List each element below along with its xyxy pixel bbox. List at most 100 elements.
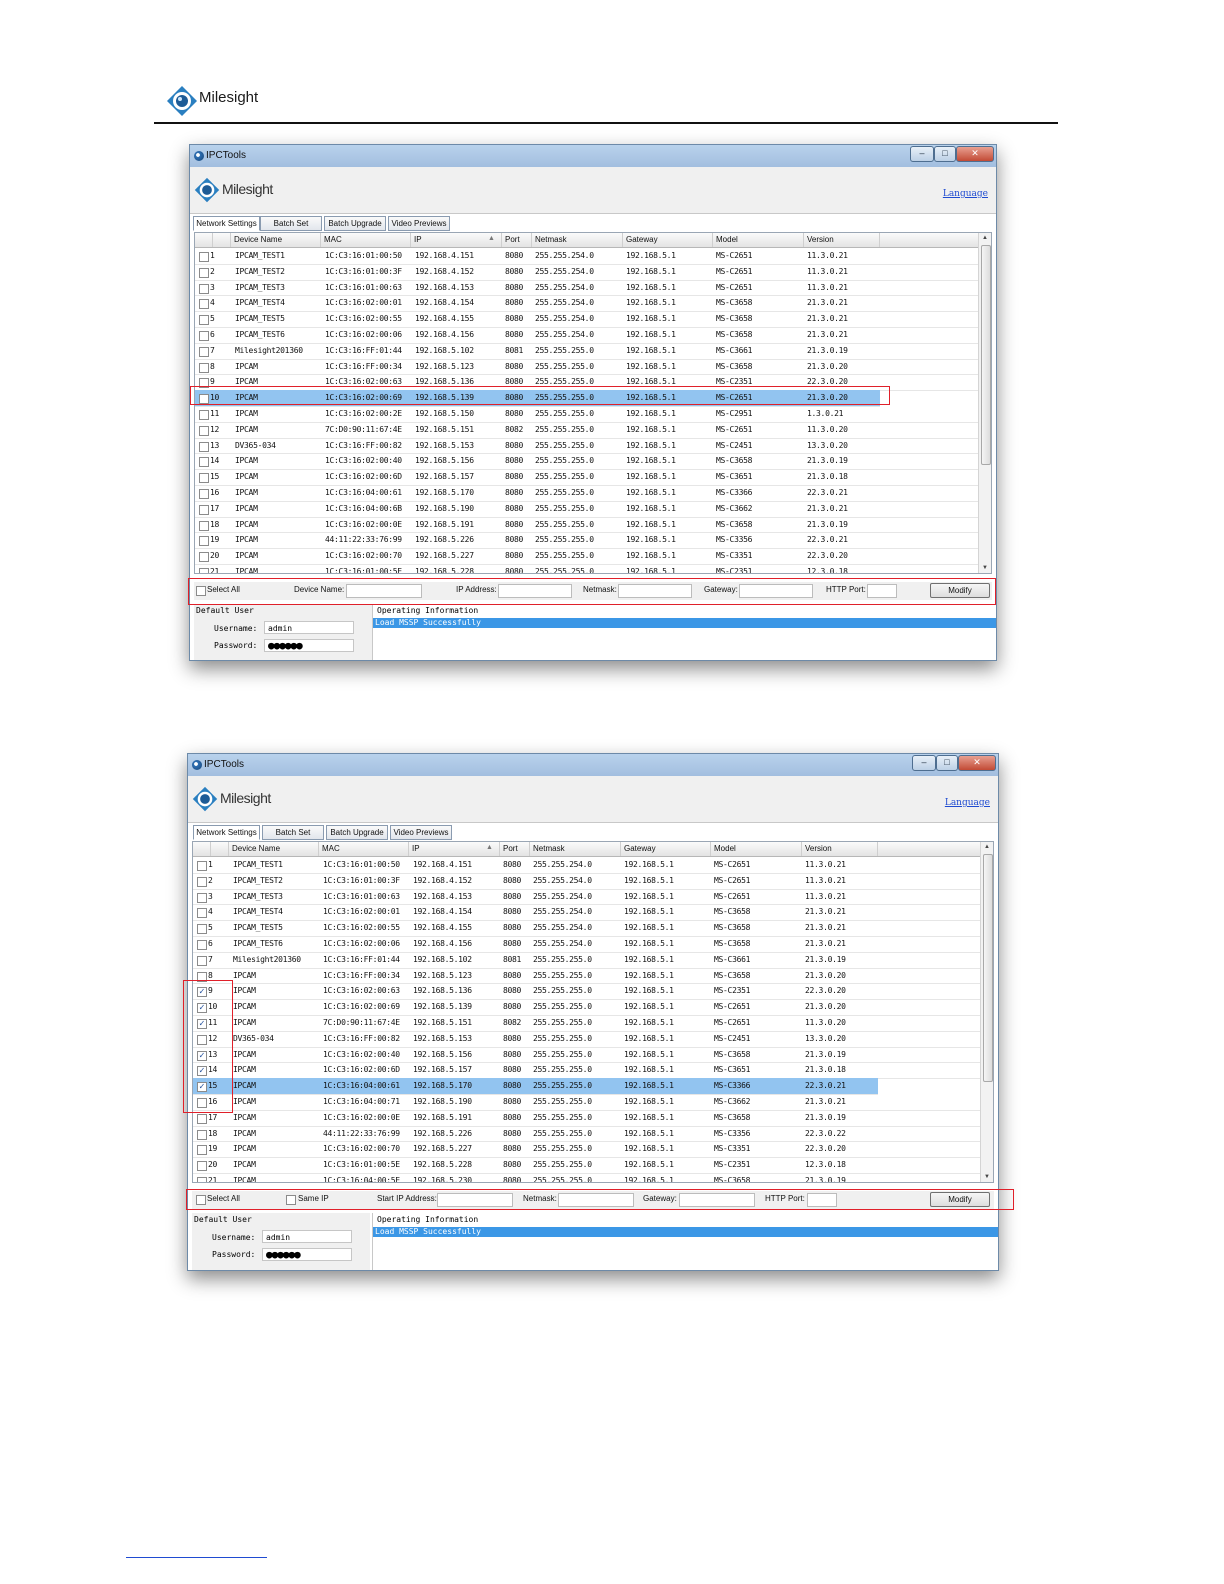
row-checkbox[interactable]: [197, 955, 207, 966]
table-row[interactable]: 6 IPCAM_TEST6 1C:C3:16:02:00:06 192.168.4.1…: [193, 936, 981, 953]
username-input[interactable]: admin: [264, 621, 354, 634]
table-row[interactable]: 12 DV365-034 1C:C3:16:FF:00:82 192.168.5.15…: [193, 1031, 981, 1048]
table-row[interactable]: 7 Milesight201360 1C:C3:16:FF:01:44 192.168…: [195, 343, 979, 360]
table-row[interactable]: 8 IPCAM 1C:C3:16:FF:00:34 192.168.5.123 8080…: [195, 359, 979, 376]
tab-video-previews[interactable]: Video Previews: [390, 825, 452, 840]
row-checkbox[interactable]: [199, 457, 209, 468]
row-checkbox[interactable]: [199, 425, 209, 436]
table-row[interactable]: 21 IPCAM 1C:C3:16:04:00:5E 192.168.5.230 808…: [193, 1173, 981, 1182]
scroll-down-icon[interactable]: ▼: [979, 563, 991, 573]
table-row[interactable]: 5 IPCAM_TEST5 1C:C3:16:02:00:55 192.168.4.1…: [193, 920, 981, 937]
table-row[interactable]: 16 IPCAM 1C:C3:16:04:00:71 192.168.5.190 808…: [193, 1094, 981, 1111]
table-row[interactable]: 2 IPCAM_TEST2 1C:C3:16:01:00:3F 192.168.4.1…: [193, 873, 981, 890]
row-checkbox[interactable]: [197, 1161, 207, 1172]
table-row[interactable]: 19 IPCAM 1C:C3:16:02:00:70 192.168.5.227 808…: [193, 1141, 981, 1159]
close-button[interactable]: ✕: [956, 146, 994, 162]
row-checkbox[interactable]: [199, 299, 209, 310]
tab-network-settings[interactable]: Network Settings: [193, 216, 260, 231]
row-checkbox[interactable]: [199, 331, 209, 341]
table-row[interactable]: 4 IPCAM_TEST4 1C:C3:16:02:00:01 192.168.4.1…: [193, 904, 981, 922]
row-checkbox[interactable]: [199, 504, 209, 515]
col-port-header[interactable]: Port: [502, 233, 532, 247]
table-row[interactable]: 17 IPCAM 1C:C3:16:04:00:6B 192.168.5.190 808…: [195, 501, 979, 518]
row-checkbox[interactable]: [199, 552, 209, 563]
row-checkbox[interactable]: [197, 876, 207, 887]
table-row[interactable]: 2 IPCAM_TEST2 1C:C3:16:01:00:3F 192.168.4.1…: [195, 264, 979, 281]
row-checkbox[interactable]: [199, 252, 209, 262]
row-checkbox[interactable]: [199, 410, 209, 420]
table-row[interactable]: 6 IPCAM_TEST6 1C:C3:16:02:00:06 192.168.4.1…: [195, 327, 979, 344]
row-checkbox[interactable]: [199, 267, 209, 278]
row-checkbox[interactable]: [199, 520, 209, 531]
table-row[interactable]: 1 IPCAM_TEST1 1C:C3:16:01:00:50 192.168.4.1…: [195, 248, 979, 265]
row-checkbox[interactable]: [199, 473, 209, 484]
tab-batch-set[interactable]: Batch Set: [262, 825, 324, 840]
row-checkbox[interactable]: [197, 861, 207, 871]
row-checkbox[interactable]: [197, 940, 207, 950]
col-model-header[interactable]: Model: [711, 842, 802, 856]
row-checkbox[interactable]: [199, 489, 209, 499]
table-row[interactable]: ✓ 11 IPCAM 7C:D0:90:11:67:4E 192.168.5.151 80…: [193, 1015, 981, 1032]
maximize-button[interactable]: □: [934, 146, 956, 162]
row-checkbox[interactable]: [199, 568, 209, 573]
table-row[interactable]: 11 IPCAM 1C:C3:16:02:00:2E 192.168.5.150 808…: [195, 406, 979, 423]
minimize-button[interactable]: –: [910, 146, 934, 162]
row-checkbox[interactable]: [197, 892, 207, 903]
password-input[interactable]: ●●●●●●: [262, 1248, 352, 1261]
col-device-name-header[interactable]: Device Name: [229, 842, 319, 856]
col-gateway-header[interactable]: Gateway: [621, 842, 711, 856]
table-row[interactable]: 19 IPCAM 44:11:22:33:76:99 192.168.5.226 808…: [195, 532, 979, 550]
password-input[interactable]: ●●●●●●: [264, 639, 354, 652]
vertical-scrollbar[interactable]: ▲ ▼: [978, 233, 991, 573]
table-row[interactable]: ✓ 13 IPCAM 1C:C3:16:02:00:40 192.168.5.156 80…: [193, 1047, 981, 1064]
table-row[interactable]: ✓ 9 IPCAM 1C:C3:16:02:00:63 192.168.5.136 808…: [193, 983, 981, 1001]
tab-network-settings[interactable]: Network Settings: [193, 825, 260, 840]
tab-batch-set[interactable]: Batch Set: [260, 216, 322, 231]
table-row[interactable]: 8 IPCAM 1C:C3:16:FF:00:34 192.168.5.123 8080…: [193, 968, 981, 985]
row-checkbox[interactable]: [197, 924, 207, 935]
row-checkbox[interactable]: [197, 1129, 207, 1140]
col-gateway-header[interactable]: Gateway: [623, 233, 713, 247]
close-button[interactable]: ✕: [958, 755, 996, 771]
scroll-thumb[interactable]: [981, 245, 991, 465]
table-row[interactable]: 18 IPCAM 44:11:22:33:76:99 192.168.5.226 808…: [193, 1126, 981, 1143]
table-row[interactable]: 5 IPCAM_TEST5 1C:C3:16:02:00:55 192.168.4.1…: [195, 311, 979, 328]
vertical-scrollbar[interactable]: ▲ ▼: [980, 842, 993, 1182]
language-link[interactable]: Language: [945, 798, 990, 808]
row-checkbox[interactable]: [199, 362, 209, 373]
minimize-button[interactable]: –: [912, 755, 936, 771]
row-checkbox[interactable]: [199, 536, 209, 547]
table-row[interactable]: 12 IPCAM 7C:D0:90:11:67:4E 192.168.5.151 808…: [195, 422, 979, 439]
col-netmask-header[interactable]: Netmask: [532, 233, 623, 247]
col-version-header[interactable]: Version: [804, 233, 880, 247]
table-row[interactable]: 15 IPCAM 1C:C3:16:02:00:6D 192.168.5.157 808…: [195, 469, 979, 486]
table-row[interactable]: 13 DV365-034 1C:C3:16:FF:00:82 192.168.5.15…: [195, 438, 979, 455]
tab-batch-upgrade[interactable]: Batch Upgrade: [326, 825, 388, 840]
table-row[interactable]: ✓ 14 IPCAM 1C:C3:16:02:00:6D 192.168.5.157 80…: [193, 1062, 981, 1080]
col-mac-header[interactable]: MAC: [321, 233, 411, 247]
col-mac-header[interactable]: MAC: [319, 842, 409, 856]
maximize-button[interactable]: □: [936, 755, 958, 771]
table-row[interactable]: ✓ 15 IPCAM 1C:C3:16:04:00:61 192.168.5.170 80…: [193, 1078, 878, 1095]
row-checkbox[interactable]: [199, 346, 209, 357]
col-version-header[interactable]: Version: [802, 842, 878, 856]
row-checkbox[interactable]: [199, 283, 209, 294]
table-row[interactable]: 3 IPCAM_TEST3 1C:C3:16:01:00:63 192.168.4.1…: [195, 280, 979, 297]
row-checkbox[interactable]: [199, 315, 209, 326]
table-row[interactable]: 14 IPCAM 1C:C3:16:02:00:40 192.168.5.156 808…: [195, 453, 979, 471]
row-checkbox[interactable]: [197, 908, 207, 919]
scroll-up-icon[interactable]: ▲: [979, 233, 991, 243]
row-checkbox[interactable]: [197, 1145, 207, 1156]
col-port-header[interactable]: Port: [500, 842, 530, 856]
table-row[interactable]: ✓ 10 IPCAM 1C:C3:16:02:00:69 192.168.5.139 80…: [193, 999, 981, 1016]
row-checkbox[interactable]: [197, 1177, 207, 1182]
col-model-header[interactable]: Model: [713, 233, 804, 247]
username-input[interactable]: admin: [262, 1230, 352, 1243]
col-netmask-header[interactable]: Netmask: [530, 842, 621, 856]
tab-video-previews[interactable]: Video Previews: [388, 216, 450, 231]
tab-batch-upgrade[interactable]: Batch Upgrade: [324, 216, 386, 231]
table-row[interactable]: 20 IPCAM 1C:C3:16:01:00:5E 192.168.5.228 808…: [193, 1157, 981, 1174]
col-device-name-header[interactable]: Device Name: [231, 233, 321, 247]
row-checkbox[interactable]: [199, 441, 209, 452]
table-row[interactable]: 7 Milesight201360 1C:C3:16:FF:01:44 192.168…: [193, 952, 981, 969]
